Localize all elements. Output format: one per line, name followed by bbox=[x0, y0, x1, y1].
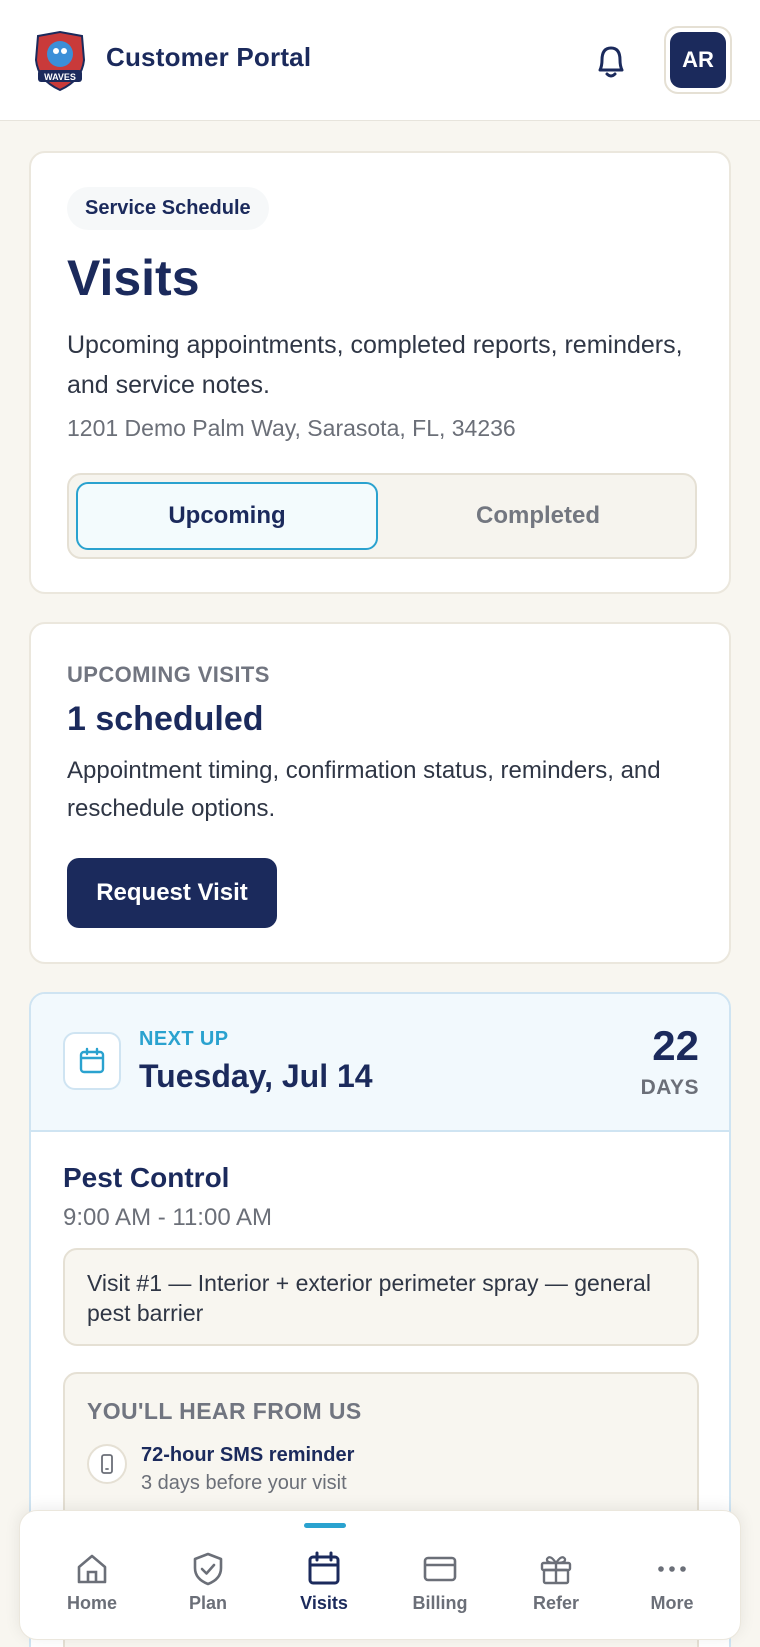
days-until-number: 22 bbox=[652, 1022, 699, 1069]
nav-billing[interactable]: Billing bbox=[382, 1511, 498, 1641]
service-address: 1201 Demo Palm Way, Sarasota, FL, 34236 bbox=[67, 415, 516, 441]
nav-label: Visits bbox=[300, 1593, 348, 1613]
calendar-icon bbox=[63, 1032, 121, 1090]
app-title: Customer Portal bbox=[106, 42, 312, 72]
bell-icon[interactable] bbox=[592, 40, 630, 82]
avatar-button[interactable]: AR bbox=[664, 26, 732, 94]
active-indicator bbox=[304, 1523, 346, 1528]
nav-label: Home bbox=[66, 1593, 117, 1613]
section-eyebrow: UPCOMING VISITS bbox=[67, 662, 270, 687]
service-time: 9:00 AM - 11:00 AM bbox=[63, 1204, 273, 1231]
tab-upcoming[interactable]: Upcoming bbox=[76, 482, 378, 550]
visit-note: Visit #1 — Interior + exterior perimeter… bbox=[63, 1248, 699, 1346]
nav-home[interactable]: Home bbox=[34, 1511, 150, 1641]
next-visit-date: Tuesday, Jul 14 bbox=[139, 1058, 373, 1094]
next-visit-header: NEXT UP Tuesday, Jul 14 22 DAYS bbox=[31, 994, 729, 1132]
page-title: Visits bbox=[67, 250, 200, 306]
visits-tab-control: Upcoming Completed bbox=[67, 473, 697, 559]
nav-visits[interactable]: Visits bbox=[266, 1511, 382, 1641]
summary-description: Appointment timing, confirmation status,… bbox=[67, 757, 661, 822]
home-icon bbox=[77, 1554, 107, 1584]
scheduled-count: 1 scheduled bbox=[67, 700, 264, 738]
reminder-title: 72-hour SMS reminder bbox=[141, 1444, 355, 1466]
svg-text:WAVES: WAVES bbox=[44, 72, 76, 82]
nav-label: Refer bbox=[532, 1593, 580, 1613]
reminder-subtitle: 3 days before your visit bbox=[141, 1472, 347, 1494]
shield-icon bbox=[193, 1552, 223, 1586]
service-name: Pest Control bbox=[63, 1162, 230, 1193]
calendar-icon bbox=[308, 1551, 340, 1585]
waves-logo[interactable]: WAVES bbox=[30, 30, 90, 92]
more-icon bbox=[658, 1566, 686, 1572]
nav-plan[interactable]: Plan bbox=[150, 1511, 266, 1641]
upcoming-summary-card: UPCOMING VISITS 1 scheduled Appointment … bbox=[29, 622, 731, 964]
nav-label: Billing bbox=[412, 1593, 468, 1613]
app-header: WAVES Customer Portal AR bbox=[0, 0, 760, 121]
next-up-label: NEXT UP bbox=[139, 1028, 229, 1050]
reminders-title: YOU'LL HEAR FROM US bbox=[87, 1398, 362, 1424]
nav-refer[interactable]: Refer bbox=[498, 1511, 614, 1641]
gift-icon bbox=[540, 1556, 572, 1585]
avatar-initials: AR bbox=[670, 32, 726, 88]
schedule-card: Service Schedule Visits Upcoming appoint… bbox=[29, 151, 731, 594]
card-icon bbox=[423, 1556, 457, 1582]
nav-label: More bbox=[650, 1593, 694, 1613]
phone-icon bbox=[87, 1444, 127, 1484]
days-until-label: DAYS bbox=[640, 1076, 699, 1099]
nav-more[interactable]: More bbox=[614, 1511, 730, 1641]
page-description: Upcoming appointments, completed reports… bbox=[67, 331, 683, 399]
tab-completed[interactable]: Completed bbox=[387, 482, 689, 550]
bottom-navigation: Home Plan Visits Billing Refer More bbox=[19, 1510, 741, 1640]
nav-label: Plan bbox=[188, 1593, 227, 1613]
request-visit-button[interactable]: Request Visit bbox=[67, 858, 277, 928]
section-pill: Service Schedule bbox=[67, 187, 269, 230]
